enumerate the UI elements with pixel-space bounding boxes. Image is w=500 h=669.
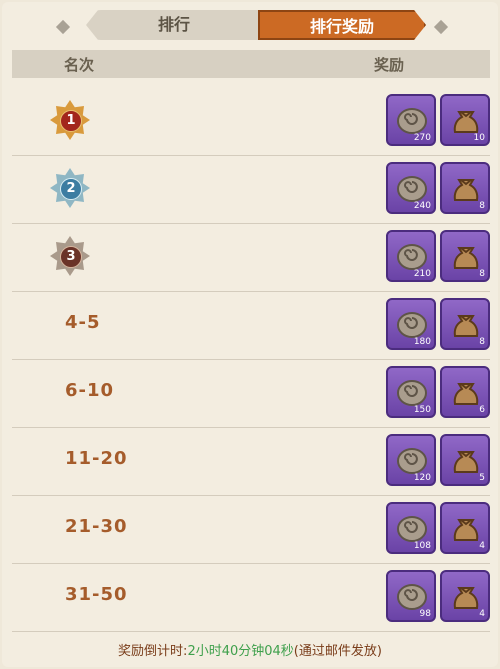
countdown-label: 奖励倒计时: [118,644,188,659]
reward-items: 150 6 [386,366,492,418]
countdown-time: 2小时40分钟04秒 [187,644,294,659]
item-quantity: 8 [479,269,485,279]
item-quantity: 108 [413,541,431,551]
rank-range: 21-30 [65,516,128,537]
rank-medal-icon: 2 [50,168,90,208]
rank-number: 1 [60,110,82,132]
reward-list[interactable]: 1 270 10 2 240 8 3 210 8 4-5 180 8 6-10 150 6 11-20 120 5… [12,88,490,632]
item-quantity: 150 [413,405,431,415]
rank-range: 6-10 [65,380,115,401]
reward-items: 98 4 [386,570,492,622]
reward-row: 1 270 10 [12,88,490,156]
reward-item-stone[interactable]: 270 [386,94,436,146]
rank-number: 2 [60,178,82,200]
reward-items: 180 8 [386,298,492,350]
reward-row: 3 210 8 [12,224,490,292]
reward-panel: 排行 排行奖励 名次 奖励 1 270 10 2 240 8 3 210 8 4-5 180 8 6-1… [2,2,498,667]
reward-item-stone[interactable]: 180 [386,298,436,350]
reward-item-bag[interactable]: 8 [440,230,490,282]
item-quantity: 10 [473,133,485,143]
rank-medal-icon: 1 [50,100,90,140]
reward-item-stone[interactable]: 210 [386,230,436,282]
countdown-note: (通过邮件发放) [293,644,382,659]
rank-range: 31-50 [65,584,128,605]
reward-item-bag[interactable]: 8 [440,298,490,350]
reward-item-stone[interactable]: 108 [386,502,436,554]
item-quantity: 98 [419,609,431,619]
rank-range: 4-5 [65,312,101,333]
reward-items: 240 8 [386,162,492,214]
reward-countdown: 奖励倒计时:2小时40分钟04秒(通过邮件发放) [0,640,500,659]
table-header: 名次 奖励 [12,50,490,78]
item-quantity: 270 [413,133,431,143]
item-quantity: 8 [479,337,485,347]
tab-ranking[interactable]: 排行 [86,10,262,40]
reward-item-bag[interactable]: 5 [440,434,490,486]
reward-item-stone[interactable]: 120 [386,434,436,486]
reward-item-bag[interactable]: 8 [440,162,490,214]
reward-item-bag[interactable]: 4 [440,570,490,622]
rank-range: 11-20 [65,448,128,469]
reward-items: 108 4 [386,502,492,554]
tab-bar: 排行 排行奖励 [55,8,449,46]
item-quantity: 240 [413,201,431,211]
rank-number: 3 [60,246,82,268]
item-quantity: 4 [479,609,485,619]
tab-bar-left-ornament [55,19,71,35]
reward-items: 120 5 [386,434,492,486]
tab-ranking-rewards[interactable]: 排行奖励 [258,10,426,40]
reward-item-stone[interactable]: 240 [386,162,436,214]
reward-row: 6-10 150 6 [12,360,490,428]
reward-row: 4-5 180 8 [12,292,490,360]
reward-row: 31-50 98 4 [12,564,490,632]
reward-items: 270 10 [386,94,492,146]
item-quantity: 180 [413,337,431,347]
reward-item-bag[interactable]: 6 [440,366,490,418]
reward-row: 11-20 120 5 [12,428,490,496]
rank-column-header: 名次 [64,56,95,74]
item-quantity: 6 [479,405,485,415]
tab-bar-right-ornament [433,19,449,35]
reward-item-bag[interactable]: 10 [440,94,490,146]
reward-row: 21-30 108 4 [12,496,490,564]
item-quantity: 210 [413,269,431,279]
item-quantity: 120 [413,473,431,483]
rank-medal-icon: 3 [50,236,90,276]
reward-items: 210 8 [386,230,492,282]
reward-item-stone[interactable]: 98 [386,570,436,622]
reward-column-header: 奖励 [374,56,405,74]
item-quantity: 5 [479,473,485,483]
reward-item-bag[interactable]: 4 [440,502,490,554]
reward-row: 2 240 8 [12,156,490,224]
item-quantity: 8 [479,201,485,211]
reward-item-stone[interactable]: 150 [386,366,436,418]
item-quantity: 4 [479,541,485,551]
